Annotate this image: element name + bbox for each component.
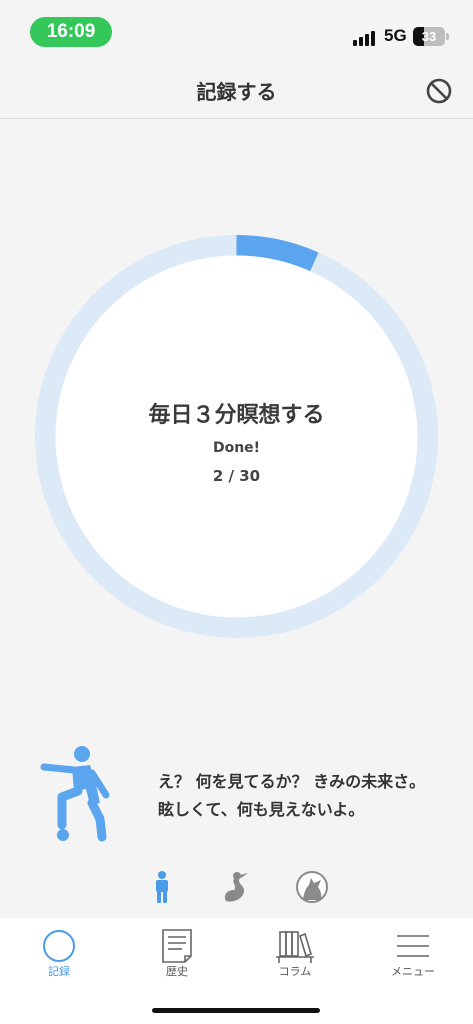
signal-icon	[353, 30, 379, 46]
bird-icon	[224, 872, 248, 902]
bookshelf-icon	[276, 931, 314, 963]
block-button[interactable]	[424, 76, 454, 106]
circle-icon	[43, 930, 75, 962]
soccer-player-icon	[40, 746, 110, 842]
home-indicator	[152, 1008, 320, 1013]
tab-history[interactable]: 歴史	[118, 918, 236, 998]
menu-icon	[397, 935, 429, 957]
header: 記録する	[0, 62, 473, 119]
person-icon	[156, 871, 168, 903]
habit-info: 毎日３分瞑想する Done! 2 / 30	[35, 235, 438, 638]
status-time: 16:09	[30, 17, 112, 47]
wolf-icon	[296, 871, 328, 903]
tab-menu[interactable]: メニュー	[354, 918, 472, 998]
tab-label: 歴史	[166, 965, 188, 978]
battery-level: 33	[421, 29, 437, 44]
status-bar: 16:09 5G 33	[0, 0, 473, 60]
tab-column[interactable]: コラム	[236, 918, 354, 998]
battery-icon: 33	[413, 27, 449, 46]
tab-label: 記録	[48, 965, 70, 978]
character-message: え？ 何を見てるか？ きみの未来さ。 眩しくて、何も見えないよ。	[158, 768, 458, 824]
message-line-1: え？ 何を見てるか？ きみの未来さ。	[158, 772, 426, 791]
character-option-bird[interactable]	[220, 870, 252, 904]
message-line-2: 眩しくて、何も見えないよ。	[158, 800, 365, 819]
network-label: 5G	[384, 26, 407, 45]
character-option-wolf[interactable]	[295, 870, 328, 904]
habit-status: Done!	[212, 440, 261, 456]
tab-label: メニュー	[391, 965, 435, 978]
habit-title: 毎日３分瞑想する	[148, 403, 325, 428]
character-option-person[interactable]	[146, 870, 178, 904]
habit-progress-count: 2 / 30	[212, 467, 261, 485]
page-title: 記録する	[196, 80, 277, 104]
block-icon	[426, 78, 452, 104]
tab-record[interactable]: 記録	[0, 918, 118, 998]
document-icon	[162, 929, 192, 963]
tab-label: コラム	[278, 965, 312, 978]
